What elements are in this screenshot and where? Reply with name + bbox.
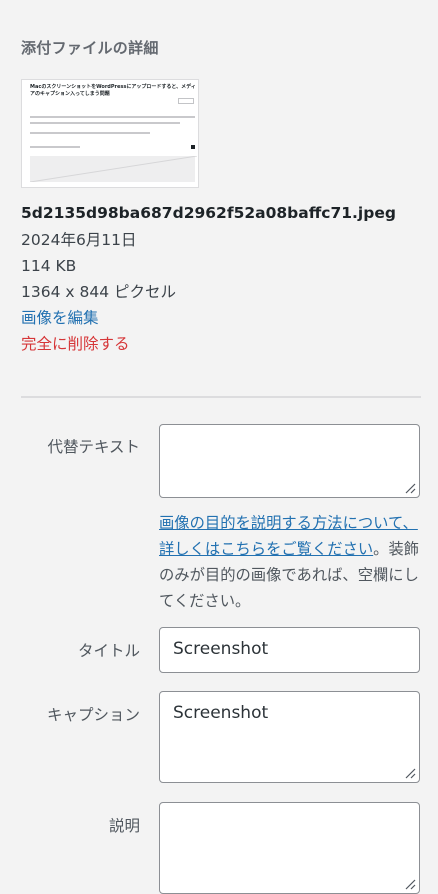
attachment-thumbnail[interactable]: MacのスクリーンショットをWordPressにアップロードすると、メディアのキ… <box>21 79 199 188</box>
upload-date: 2024年6月11日 <box>21 231 137 249</box>
attachment-info: 5d2135d98ba687d2962f52a08baffc71.jpeg 20… <box>21 200 421 357</box>
caption-textarea[interactable]: Screenshot <box>159 691 420 783</box>
title-value: Screenshot <box>173 639 269 659</box>
resize-grip-icon[interactable] <box>404 767 416 779</box>
thumbnail-text-line <box>30 132 150 134</box>
thumbnail-badge <box>178 98 194 104</box>
description-label: 説明 <box>108 817 140 835</box>
file-name: 5d2135d98ba687d2962f52a08baffc71.jpeg <box>21 204 396 222</box>
thumbnail-text-line <box>30 116 195 118</box>
image-dimensions: 1364 x 844 ピクセル <box>21 283 176 301</box>
alt-text-label: 代替テキスト <box>47 438 140 456</box>
alt-text-help: 画像の目的を説明する方法について、詳しくはこちらをご覧ください。装飾のみが目的の… <box>159 510 421 614</box>
thumbnail-diagonal-line <box>30 156 197 182</box>
thumbnail-input-area <box>30 156 197 182</box>
section-divider <box>21 396 421 398</box>
delete-permanently-link[interactable]: 完全に削除する <box>21 335 130 353</box>
panel-heading: 添付ファイルの詳細 <box>21 39 159 57</box>
caption-value: Screenshot <box>173 703 269 723</box>
title-input[interactable]: Screenshot <box>159 627 420 673</box>
title-label: タイトル <box>77 642 140 660</box>
file-size: 114 KB <box>21 257 77 275</box>
resize-grip-icon[interactable] <box>404 878 416 890</box>
resize-grip-icon[interactable] <box>404 482 416 494</box>
caption-label: キャプション <box>46 706 140 724</box>
alt-text-textarea[interactable] <box>159 424 420 498</box>
thumbnail-text-line <box>30 122 180 124</box>
thumbnail-title: MacのスクリーンショットをWordPressにアップロードすると、メディアのキ… <box>30 84 196 97</box>
edit-image-link[interactable]: 画像を編集 <box>21 309 99 327</box>
thumbnail-button <box>191 145 195 149</box>
description-textarea[interactable] <box>159 802 420 894</box>
thumbnail-text-line <box>30 146 80 148</box>
